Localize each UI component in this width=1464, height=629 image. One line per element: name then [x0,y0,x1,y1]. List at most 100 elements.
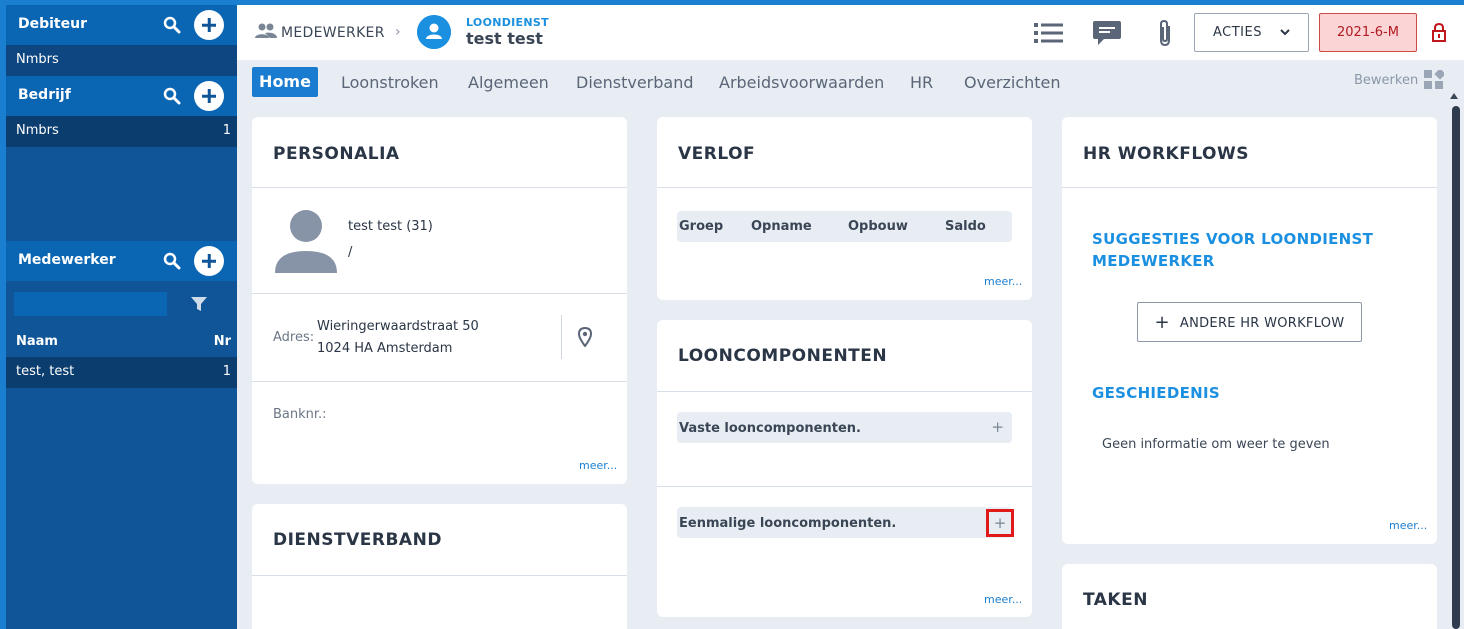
divider [252,381,627,382]
company-label: LOONDIENST [466,16,549,29]
personalia-title: PERSONALIA [273,144,400,164]
medewerker-row-nr: 1 [222,364,231,379]
looncomponenten-card: LOONCOMPONENTEN Vaste looncomponenten. +… [657,320,1032,617]
vertical-separator [561,315,562,359]
address-label: Adres: [273,330,315,345]
tab-home[interactable]: Home [252,67,318,97]
medewerker-filter-input[interactable] [14,292,167,316]
eenmalige-looncomponenten-label: Eenmalige looncomponenten. [679,516,897,531]
bedrijf-item-count: 1 [222,123,231,138]
personalia-name: test test (31) [348,219,433,234]
lock-icon[interactable] [1431,23,1447,43]
tab-dienstverband[interactable]: Dienstverband [576,73,694,92]
andere-hr-workflow-label: ANDERE HR WORKFLOW [1179,315,1345,331]
looncomponenten-more-link[interactable]: meer... [984,593,1022,606]
bedrijf-header: Bedrijf [6,76,237,116]
debiteur-title: Debiteur [18,16,87,32]
debiteur-item-label: Nmbrs [16,52,59,67]
bedrijf-title: Bedrijf [18,87,71,103]
scrollbar-thumb[interactable] [1452,106,1460,629]
debiteur-item[interactable]: Nmbrs [6,45,237,76]
acties-dropdown-button[interactable]: ACTIES [1194,13,1309,52]
verlof-more-link[interactable]: meer... [984,275,1022,288]
divider [252,575,627,576]
plus-icon: + [1154,311,1170,333]
bedrijf-item[interactable]: Nmbrs 1 [6,116,237,147]
tab-loonstroken[interactable]: Loonstroken [341,73,439,92]
search-icon[interactable] [163,16,181,34]
sidebar: Debiteur Nmbrs Bedrijf Nmbrs 1 Medewerke… [0,5,237,629]
verlof-col-groep[interactable]: Groep [679,219,723,234]
filter-icon[interactable] [191,297,207,311]
personalia-more-link[interactable]: meer... [579,459,617,472]
medewerker-header: Medewerker [6,241,237,281]
add-debiteur-button[interactable] [194,10,224,40]
taken-title: TAKEN [1083,590,1148,610]
debiteur-header: Debiteur [6,5,237,45]
suggestions-title-line1: SUGGESTIES VOOR LOONDIENST [1092,230,1374,248]
address-line1: Wieringerwaardstraat 50 [317,319,479,334]
dienstverband-title: DIENSTVERBAND [273,530,442,550]
hr-workflows-more-link[interactable]: meer... [1389,519,1427,532]
chat-icon[interactable] [1092,19,1122,47]
personalia-card: PERSONALIA test test (31) / Adres: Wieri… [252,117,627,484]
history-title: GESCHIEDENIS [1092,384,1220,402]
map-pin-icon[interactable] [578,327,592,347]
divider [1062,187,1437,188]
taken-card: TAKEN [1062,564,1437,629]
divider [657,187,1032,188]
dashboard-edit-icon[interactable] [1424,70,1444,90]
medewerker-row-name: test, test [16,364,75,379]
hr-workflows-card: HR WORKFLOWS SUGGESTIES VOOR LOONDIENST … [1062,117,1437,544]
medewerker-title: Medewerker [18,252,116,268]
column-nr[interactable]: Nr [214,334,231,349]
search-icon[interactable] [163,87,181,105]
verlof-col-saldo[interactable]: Saldo [945,219,986,234]
looncomponenten-title: LOONCOMPONENTEN [678,346,888,366]
verlof-col-opname[interactable]: Opname [751,219,812,234]
chevron-right-icon: › [395,24,401,40]
bedrijf-item-label: Nmbrs [16,123,59,138]
medewerker-row[interactable]: test, test 1 [6,357,237,388]
bank-label: Banknr.: [273,407,327,422]
dienstverband-card: DIENSTVERBAND [252,504,627,629]
verlof-table-header: Groep Opname Opbouw Saldo [677,211,1012,242]
divider [657,391,1032,392]
breadcrumb-medewerker[interactable]: MEDEWERKER [281,25,385,41]
tab-algemeen[interactable]: Algemeen [468,73,549,92]
column-naam[interactable]: Naam [16,334,58,349]
verlof-card: VERLOF Groep Opname Opbouw Saldo meer... [657,117,1032,300]
scroll-up-icon[interactable] [1450,93,1458,99]
top-bar: MEDEWERKER › LOONDIENST test test ACTIES… [237,5,1464,60]
person-avatar-icon [275,210,337,273]
personalia-slash: / [348,245,353,260]
paperclip-icon[interactable] [1155,18,1175,48]
add-medewerker-button[interactable] [194,246,224,276]
tab-hr[interactable]: HR [910,73,933,92]
verlof-col-opbouw[interactable]: Opbouw [848,219,908,234]
vaste-looncomponenten-row: Vaste looncomponenten. + [677,412,1012,443]
suggestions-title-line2: MEDEWERKER [1092,252,1215,270]
eenmalige-looncomponenten-row: Eenmalige looncomponenten. + [677,507,1014,538]
divider [657,486,1032,487]
divider [252,293,627,294]
period-button[interactable]: 2021-6-M [1319,13,1417,52]
divider [252,187,627,188]
list-icon[interactable] [1034,22,1063,44]
history-empty-text: Geen informatie om weer te geven [1102,437,1330,452]
add-eenmalige-looncomponent-button[interactable]: + [986,509,1014,537]
andere-hr-workflow-button[interactable]: + ANDERE HR WORKFLOW [1137,302,1362,342]
chevron-down-icon [1280,29,1290,36]
tab-arbeidsvoorwaarden[interactable]: Arbeidsvoorwaarden [719,73,884,92]
add-vaste-looncomponent-button[interactable]: + [991,418,1004,436]
people-icon [255,23,277,38]
hr-workflows-title: HR WORKFLOWS [1083,144,1249,164]
verlof-title: VERLOF [678,144,756,164]
medewerker-column-header: Naam Nr [6,328,237,356]
tab-overzichten[interactable]: Overzichten [964,73,1061,92]
search-icon[interactable] [163,252,181,270]
add-bedrijf-button[interactable] [194,81,224,111]
vaste-looncomponenten-label: Vaste looncomponenten. [679,421,861,436]
edit-link[interactable]: Bewerken [1354,73,1418,88]
acties-label: ACTIES [1213,25,1262,40]
